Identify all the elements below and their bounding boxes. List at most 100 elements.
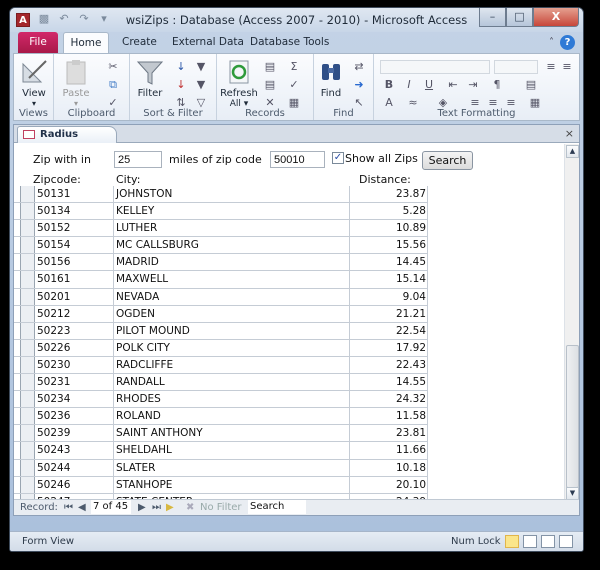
record-selector[interactable]	[20, 203, 35, 220]
collapse-ribbon-icon[interactable]: ˄	[549, 37, 554, 48]
group-find: Find ⇄ ➜ ↖ Find	[314, 54, 374, 120]
maximize-button[interactable]: □	[506, 8, 533, 27]
record-selector[interactable]	[20, 408, 35, 425]
italic-icon[interactable]: I	[402, 78, 416, 92]
font-size-dropdown[interactable]	[494, 60, 538, 74]
selection-filter-icon[interactable]: ▼	[194, 60, 208, 74]
record-selector[interactable]	[20, 220, 35, 237]
record-selector[interactable]	[20, 288, 35, 305]
go-to-icon[interactable]: ➜	[352, 78, 366, 92]
record-selector[interactable]	[20, 425, 35, 442]
tab-home[interactable]: Home	[63, 32, 109, 53]
new-record-nav-icon[interactable]: ▶	[166, 502, 174, 513]
next-record-icon[interactable]: ▶	[138, 502, 146, 513]
decrease-indent-icon[interactable]: ⇤	[446, 78, 460, 92]
form-view-icon[interactable]	[505, 535, 519, 548]
current-record-field[interactable]: 7 of 45	[91, 500, 131, 514]
view-button[interactable]: View ▾	[18, 58, 50, 108]
table-row[interactable]: 50223 PILOT MOUND 22.54	[14, 322, 428, 340]
scrollbar-thumb[interactable]	[566, 345, 579, 488]
record-selector[interactable]	[20, 356, 35, 374]
city-cell: RHODES	[116, 393, 161, 406]
close-button[interactable]: X	[533, 8, 579, 27]
record-selector[interactable]	[20, 339, 35, 356]
replace-icon[interactable]: ⇄	[352, 60, 366, 74]
help-icon[interactable]: ?	[560, 35, 575, 50]
minimize-button[interactable]: –	[479, 8, 506, 27]
copy-icon[interactable]: ⧉	[106, 78, 120, 92]
table-row[interactable]: 50234 RHODES 24.32	[14, 391, 428, 409]
record-selector[interactable]	[20, 459, 35, 476]
record-selector[interactable]	[20, 271, 35, 288]
radius-input[interactable]	[114, 151, 162, 168]
design-view-icon[interactable]	[559, 535, 573, 548]
zip-code-input[interactable]	[270, 151, 325, 168]
table-row[interactable]: 50201 NEVADA 9.04	[14, 288, 428, 306]
table-row[interactable]: 50244 SLATER 10.18	[14, 459, 428, 477]
record-search-input[interactable]: Search	[248, 500, 306, 514]
record-selector[interactable]	[20, 374, 35, 391]
search-button[interactable]: Search	[422, 151, 473, 170]
table-row[interactable]: 50236 ROLAND 11.58	[14, 408, 428, 426]
refresh-all-button[interactable]: Refresh All ▾	[219, 58, 259, 109]
table-row[interactable]: 50226 POLK CITY 17.92	[14, 339, 428, 357]
new-record-icon[interactable]: ▤	[263, 60, 277, 74]
show-all-checkbox[interactable]: ✓	[332, 152, 344, 164]
table-row[interactable]: 50246 STANHOPE 20.10	[14, 476, 428, 494]
cut-icon[interactable]: ✂	[106, 60, 120, 74]
record-selector[interactable]	[20, 476, 35, 493]
advanced-filter-icon[interactable]: ▼	[194, 78, 208, 92]
paragraph-direction-icon[interactable]: ¶	[490, 78, 504, 92]
previous-record-icon[interactable]: ◀	[78, 502, 86, 513]
table-row[interactable]: 50154 MC CALLSBURG 15.56	[14, 237, 428, 255]
record-selector[interactable]	[20, 305, 35, 322]
numbering-icon[interactable]: ≡	[560, 60, 574, 74]
last-record-icon[interactable]: ⏭	[152, 502, 161, 513]
spelling-icon[interactable]: ✓	[287, 78, 301, 92]
paste-button[interactable]: Paste ▾	[58, 58, 94, 108]
tab-external-data[interactable]: External Data	[164, 32, 252, 53]
record-label: Record:	[20, 502, 58, 513]
zipcode-cell: 50234	[37, 393, 71, 406]
close-document-button[interactable]: ×	[565, 127, 574, 140]
table-row[interactable]: 50152 LUTHER 10.89	[14, 220, 428, 238]
record-selector[interactable]	[20, 322, 35, 339]
sort-descending-icon[interactable]: ↓	[174, 78, 188, 92]
tab-file[interactable]: File	[18, 32, 58, 53]
tab-create[interactable]: Create	[114, 32, 165, 53]
record-selector[interactable]	[20, 237, 35, 254]
table-row[interactable]: 50230 RADCLIFFE 22.43	[14, 356, 428, 375]
totals-icon[interactable]: Σ	[287, 60, 301, 74]
document-tab-radius-search[interactable]: Radius Search	[17, 126, 117, 156]
underline-icon[interactable]: U	[422, 78, 436, 92]
table-row[interactable]: 50131 JOHNSTON 23.87	[14, 186, 428, 204]
record-selector[interactable]	[20, 186, 35, 203]
table-row[interactable]: 50212 OGDEN 21.21	[14, 305, 428, 323]
table-row[interactable]: 50156 MADRID 14.45	[14, 254, 428, 272]
table-row[interactable]: 50134 KELLEY 5.28	[14, 203, 428, 221]
distance-cell: 21.21	[395, 307, 426, 320]
bullets-icon[interactable]: ≡	[544, 60, 558, 74]
record-selector[interactable]	[20, 254, 35, 271]
gridlines-icon[interactable]: ▤	[524, 78, 538, 92]
table-row[interactable]: 50239 SAINT ANTHONY 23.81	[14, 425, 428, 443]
table-row[interactable]: 50243 SHELDAHL 11.66	[14, 442, 428, 460]
datasheet-view-icon[interactable]	[541, 535, 555, 548]
record-selector[interactable]	[20, 442, 35, 459]
increase-indent-icon[interactable]: ⇥	[466, 78, 480, 92]
tab-database-tools[interactable]: Database Tools	[242, 32, 337, 53]
record-selector[interactable]	[20, 391, 35, 408]
table-row[interactable]: 50231 RANDALL 14.55	[14, 374, 428, 392]
layout-view-icon[interactable]	[523, 535, 537, 548]
no-filter-label[interactable]: No Filter	[200, 502, 242, 513]
find-button[interactable]: Find	[316, 58, 346, 99]
bold-icon[interactable]: B	[382, 78, 396, 92]
filter-button[interactable]: Filter	[134, 58, 166, 99]
scroll-up-arrow-icon[interactable]: ▲	[566, 145, 579, 158]
sort-ascending-icon[interactable]: ↓	[174, 60, 188, 74]
save-record-icon[interactable]: ▤	[263, 78, 277, 92]
table-row[interactable]: 50161 MAXWELL 15.14	[14, 271, 428, 289]
first-record-icon[interactable]: ⏮	[64, 502, 73, 513]
vertical-scrollbar[interactable]: ▲ ▼	[564, 144, 579, 501]
font-name-dropdown[interactable]	[380, 60, 490, 74]
